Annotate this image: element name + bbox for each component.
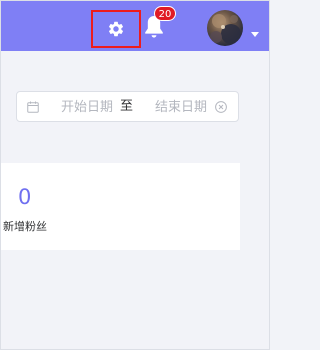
end-date-input[interactable] xyxy=(141,98,221,116)
gear-icon xyxy=(107,20,125,38)
calendar-icon xyxy=(27,101,39,113)
range-separator: 至 xyxy=(120,99,134,114)
stat-label: 新增粉丝 xyxy=(3,220,47,233)
avatar[interactable] xyxy=(207,10,243,46)
date-range-picker[interactable]: 至 xyxy=(16,91,239,122)
top-navbar: 20 xyxy=(1,1,269,51)
caret-down-icon[interactable] xyxy=(251,32,259,37)
circle-close-icon[interactable] xyxy=(215,101,227,113)
app-frame: 20 至 xyxy=(0,0,270,350)
stat-value: 0 xyxy=(18,185,32,209)
settings-button[interactable] xyxy=(91,10,141,48)
stats-card: 0 新增粉丝 xyxy=(1,163,240,250)
avatar-image xyxy=(210,14,241,44)
start-date-input[interactable] xyxy=(47,98,127,116)
notification-count-badge: 20 xyxy=(154,6,176,21)
